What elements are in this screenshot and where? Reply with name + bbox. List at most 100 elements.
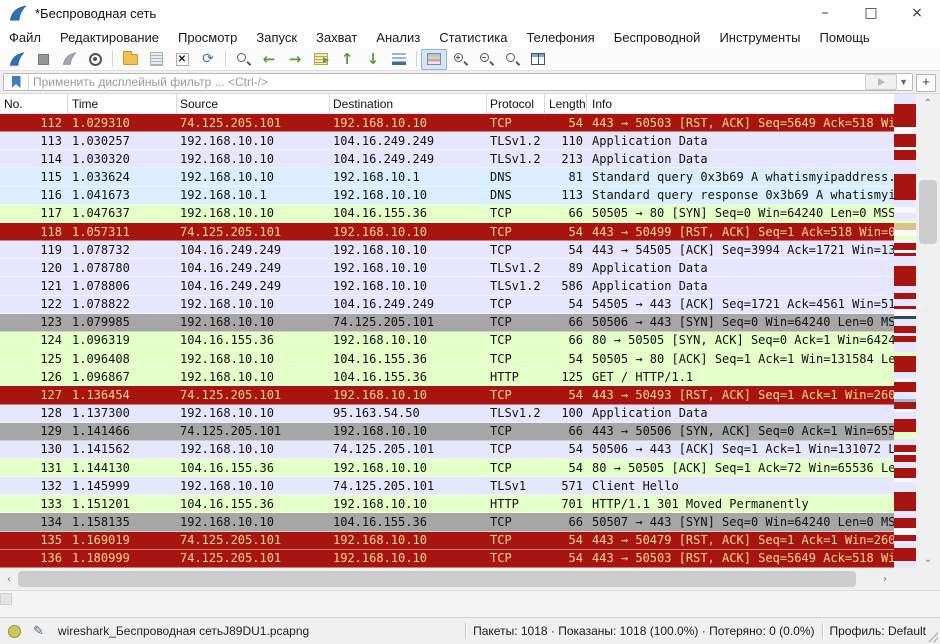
minimap-stripe bbox=[894, 326, 916, 333]
title-bar: *Беспроводная сеть – □ × bbox=[0, 0, 940, 26]
start-capture-icon[interactable] bbox=[4, 49, 30, 70]
close-file-icon[interactable]: ✕ bbox=[169, 49, 195, 70]
cell-info: 443 → 54505 [ACK] Seq=3994 Ack=1721 Win=… bbox=[583, 243, 894, 257]
cell-len: 54 bbox=[545, 551, 583, 565]
cell-dst: 74.125.205.101 bbox=[330, 479, 487, 493]
scroll-left-icon[interactable]: ‹ bbox=[0, 568, 18, 590]
packet-row-135[interactable]: 1351.16901974.125.205.101192.168.10.10TC… bbox=[0, 532, 894, 550]
zoom-in-icon[interactable]: + bbox=[447, 49, 473, 70]
column-header-destination[interactable]: Destination bbox=[330, 94, 487, 113]
stop-capture-icon[interactable] bbox=[30, 49, 56, 70]
cell-time: 1.078732 bbox=[72, 243, 177, 257]
packet-row-121[interactable]: 1211.078806104.16.249.249192.168.10.10TL… bbox=[0, 277, 894, 295]
menu-item-6[interactable]: Статистика bbox=[439, 30, 507, 45]
packet-row-118[interactable]: 1181.05731174.125.205.101192.168.10.10TC… bbox=[0, 223, 894, 241]
menu-item-7[interactable]: Телефония bbox=[526, 30, 594, 45]
menu-item-3[interactable]: Запуск bbox=[256, 30, 297, 45]
packet-row-134[interactable]: 1341.158135192.168.10.10104.16.155.36TCP… bbox=[0, 513, 894, 531]
cell-no: 112 bbox=[0, 116, 62, 130]
packet-row-114[interactable]: 1141.030320192.168.10.10104.16.249.249TL… bbox=[0, 150, 894, 168]
packet-row-133[interactable]: 1331.151201104.16.155.36192.168.10.10HTT… bbox=[0, 495, 894, 513]
cell-src: 74.125.205.101 bbox=[177, 551, 330, 565]
packet-row-117[interactable]: 1171.047637192.168.10.10104.16.155.36TCP… bbox=[0, 205, 894, 223]
column-header-source[interactable]: Source bbox=[177, 94, 330, 113]
go-to-packet-icon[interactable] bbox=[308, 49, 334, 70]
packet-row-125[interactable]: 1251.096408192.168.10.10104.16.155.36TCP… bbox=[0, 350, 894, 368]
column-header-time[interactable]: Time bbox=[68, 94, 177, 113]
save-file-icon[interactable] bbox=[143, 49, 169, 70]
scroll-down-icon[interactable]: ⌄ bbox=[916, 550, 940, 568]
packet-row-129[interactable]: 1291.14146674.125.205.101192.168.10.10TC… bbox=[0, 423, 894, 441]
packet-row-136[interactable]: 1361.18099974.125.205.101192.168.10.10TC… bbox=[0, 550, 894, 568]
packet-row-126[interactable]: 1261.096867192.168.10.10104.16.155.36HTT… bbox=[0, 368, 894, 386]
minimap-stripe bbox=[894, 174, 916, 201]
go-forward-icon[interactable]: → bbox=[282, 49, 308, 70]
menu-item-5[interactable]: Анализ bbox=[376, 30, 420, 45]
packet-row-120[interactable]: 1201.078780104.16.249.249192.168.10.10TL… bbox=[0, 259, 894, 277]
packet-row-124[interactable]: 1241.096319104.16.155.36192.168.10.10TCP… bbox=[0, 332, 894, 350]
column-header-info[interactable]: Info bbox=[587, 94, 894, 113]
packet-row-116[interactable]: 1161.041673192.168.10.1192.168.10.10DNS1… bbox=[0, 187, 894, 205]
filter-bookmark-button[interactable] bbox=[4, 74, 29, 90]
auto-scroll-icon[interactable] bbox=[386, 49, 412, 70]
restart-capture-icon[interactable] bbox=[56, 49, 82, 70]
scroll-up-icon[interactable]: ⌃ bbox=[916, 94, 940, 112]
vertical-scrollbar[interactable]: ⌃ ⌄ bbox=[916, 94, 940, 568]
menu-item-9[interactable]: Инструменты bbox=[719, 30, 800, 45]
horizontal-scroll-thumb[interactable] bbox=[18, 571, 856, 587]
menu-item-2[interactable]: Просмотр bbox=[178, 30, 237, 45]
cell-dst: 74.125.205.101 bbox=[330, 315, 487, 329]
colorize-packets-icon[interactable] bbox=[421, 49, 447, 70]
packet-row-113[interactable]: 1131.030257192.168.10.10104.16.249.249TL… bbox=[0, 132, 894, 150]
go-first-packet-icon[interactable]: ↑ bbox=[334, 49, 360, 70]
reload-file-icon[interactable]: ⟳ bbox=[195, 49, 221, 70]
close-button[interactable]: × bbox=[894, 0, 940, 26]
go-last-packet-icon[interactable]: ↓ bbox=[360, 49, 386, 70]
cell-info: Application Data bbox=[583, 406, 894, 420]
vertical-scroll-thumb[interactable] bbox=[919, 180, 937, 244]
column-header-protocol[interactable]: Protocol bbox=[487, 94, 545, 113]
scroll-minimap[interactable] bbox=[894, 94, 916, 568]
profile-label[interactable]: Профиль: Default bbox=[830, 624, 927, 638]
resize-grip[interactable] bbox=[928, 632, 938, 642]
packet-row-115[interactable]: 1151.033624192.168.10.10192.168.10.1DNS8… bbox=[0, 168, 894, 186]
minimize-button[interactable]: – bbox=[802, 0, 848, 26]
packet-row-131[interactable]: 1311.144130104.16.155.36192.168.10.10TCP… bbox=[0, 459, 894, 477]
find-packet-icon[interactable] bbox=[230, 49, 256, 70]
minimap-stripe bbox=[894, 439, 916, 446]
packet-row-128[interactable]: 1281.137300192.168.10.1095.163.54.50TLSv… bbox=[0, 405, 894, 423]
column-header-length[interactable]: Length bbox=[545, 94, 587, 113]
apply-arrow-icon bbox=[878, 78, 885, 86]
capture-options-icon[interactable] bbox=[82, 49, 108, 70]
go-back-icon[interactable]: ← bbox=[256, 49, 282, 70]
packet-row-119[interactable]: 1191.078732104.16.249.249192.168.10.10TC… bbox=[0, 241, 894, 259]
display-filter-input[interactable] bbox=[29, 75, 865, 89]
apply-filter-button[interactable] bbox=[865, 74, 897, 90]
horizontal-scrollbar[interactable]: ‹ › bbox=[0, 568, 894, 590]
menu-item-4[interactable]: Захват bbox=[316, 30, 357, 45]
packet-row-127[interactable]: 1271.13645474.125.205.101192.168.10.10TC… bbox=[0, 386, 894, 404]
expert-info-icon[interactable] bbox=[8, 625, 21, 638]
menu-item-10[interactable]: Помощь bbox=[820, 30, 870, 45]
packet-row-130[interactable]: 1301.141562192.168.10.1074.125.205.101TC… bbox=[0, 441, 894, 459]
packet-row-123[interactable]: 1231.079985192.168.10.1074.125.205.101TC… bbox=[0, 314, 894, 332]
add-filter-button[interactable]: + bbox=[916, 74, 936, 92]
scroll-right-icon[interactable]: › bbox=[876, 568, 894, 590]
filter-dropdown-caret[interactable]: ▼ bbox=[899, 77, 908, 87]
menu-item-8[interactable]: Беспроводной bbox=[614, 30, 701, 45]
capture-comment-icon[interactable]: ✎ bbox=[33, 623, 44, 639]
menu-item-1[interactable]: Редактирование bbox=[60, 30, 159, 45]
column-header-no[interactable]: No. bbox=[0, 94, 68, 113]
packet-row-112[interactable]: 1121.02931074.125.205.101192.168.10.10TC… bbox=[0, 114, 894, 132]
packet-row-122[interactable]: 1221.078822192.168.10.10104.16.249.249TC… bbox=[0, 296, 894, 314]
open-file-icon[interactable] bbox=[117, 49, 143, 70]
zoom-out-icon[interactable]: − bbox=[473, 49, 499, 70]
minimap-stripe bbox=[894, 392, 916, 399]
menu-item-0[interactable]: Файл bbox=[9, 30, 41, 45]
pane-splitter-handle[interactable] bbox=[0, 593, 12, 605]
minimap-stripe bbox=[894, 230, 916, 237]
resize-columns-icon[interactable] bbox=[525, 49, 551, 70]
maximize-button[interactable]: □ bbox=[848, 0, 894, 26]
zoom-normal-icon[interactable] bbox=[499, 49, 525, 70]
packet-row-132[interactable]: 1321.145999192.168.10.1074.125.205.101TL… bbox=[0, 477, 894, 495]
